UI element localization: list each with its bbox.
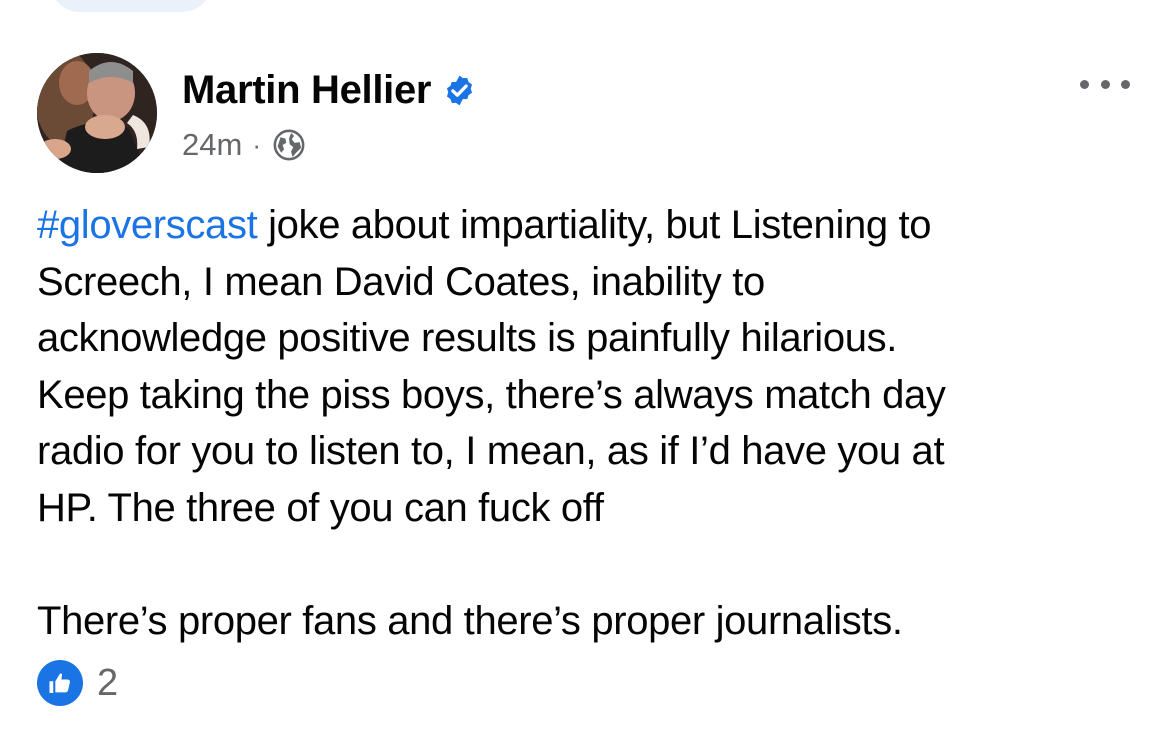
author-avatar[interactable] [37, 53, 157, 173]
post-line: HP. The three of you can fuck off [37, 485, 604, 530]
reaction-count: 2 [97, 661, 119, 704]
verified-badge-icon [447, 75, 473, 105]
post-line: Keep taking the piss boys, there’s alway… [37, 372, 946, 417]
more-horizontal-icon [1121, 79, 1130, 89]
post-line: There’s proper fans and there’s proper j… [37, 598, 903, 643]
paragraph-break [37, 536, 1147, 593]
like-icon [49, 673, 70, 693]
more-options-button[interactable] [1080, 72, 1130, 96]
post-line: Screech, I mean David Coates, inability … [37, 259, 765, 304]
like-reaction-badge [37, 660, 83, 706]
author-row: Martin Hellier [182, 64, 476, 116]
post-line: radio for you to listen to, I mean, as i… [37, 429, 945, 473]
globe-icon[interactable] [272, 128, 306, 162]
post-timestamp[interactable]: 24m [182, 127, 242, 163]
top-pill-edge [50, 0, 212, 12]
post-line-text: joke about impartiality, but Listening t… [257, 203, 932, 247]
post-body: #gloverscast joke about impartiality, bu… [37, 197, 1147, 649]
more-horizontal-icon [1080, 79, 1089, 89]
reactions-summary[interactable]: 2 [37, 660, 118, 706]
author-name[interactable]: Martin Hellier [182, 68, 432, 113]
more-horizontal-icon [1100, 79, 1110, 89]
post-meta: 24m · [182, 124, 306, 166]
post-line: acknowledge positive results is painfull… [37, 316, 898, 360]
profile-photo [37, 53, 157, 173]
hashtag-link[interactable]: #gloverscast [37, 203, 258, 247]
post-line: #gloverscast joke about impartiality, bu… [37, 197, 1147, 254]
meta-separator: · [252, 129, 261, 160]
